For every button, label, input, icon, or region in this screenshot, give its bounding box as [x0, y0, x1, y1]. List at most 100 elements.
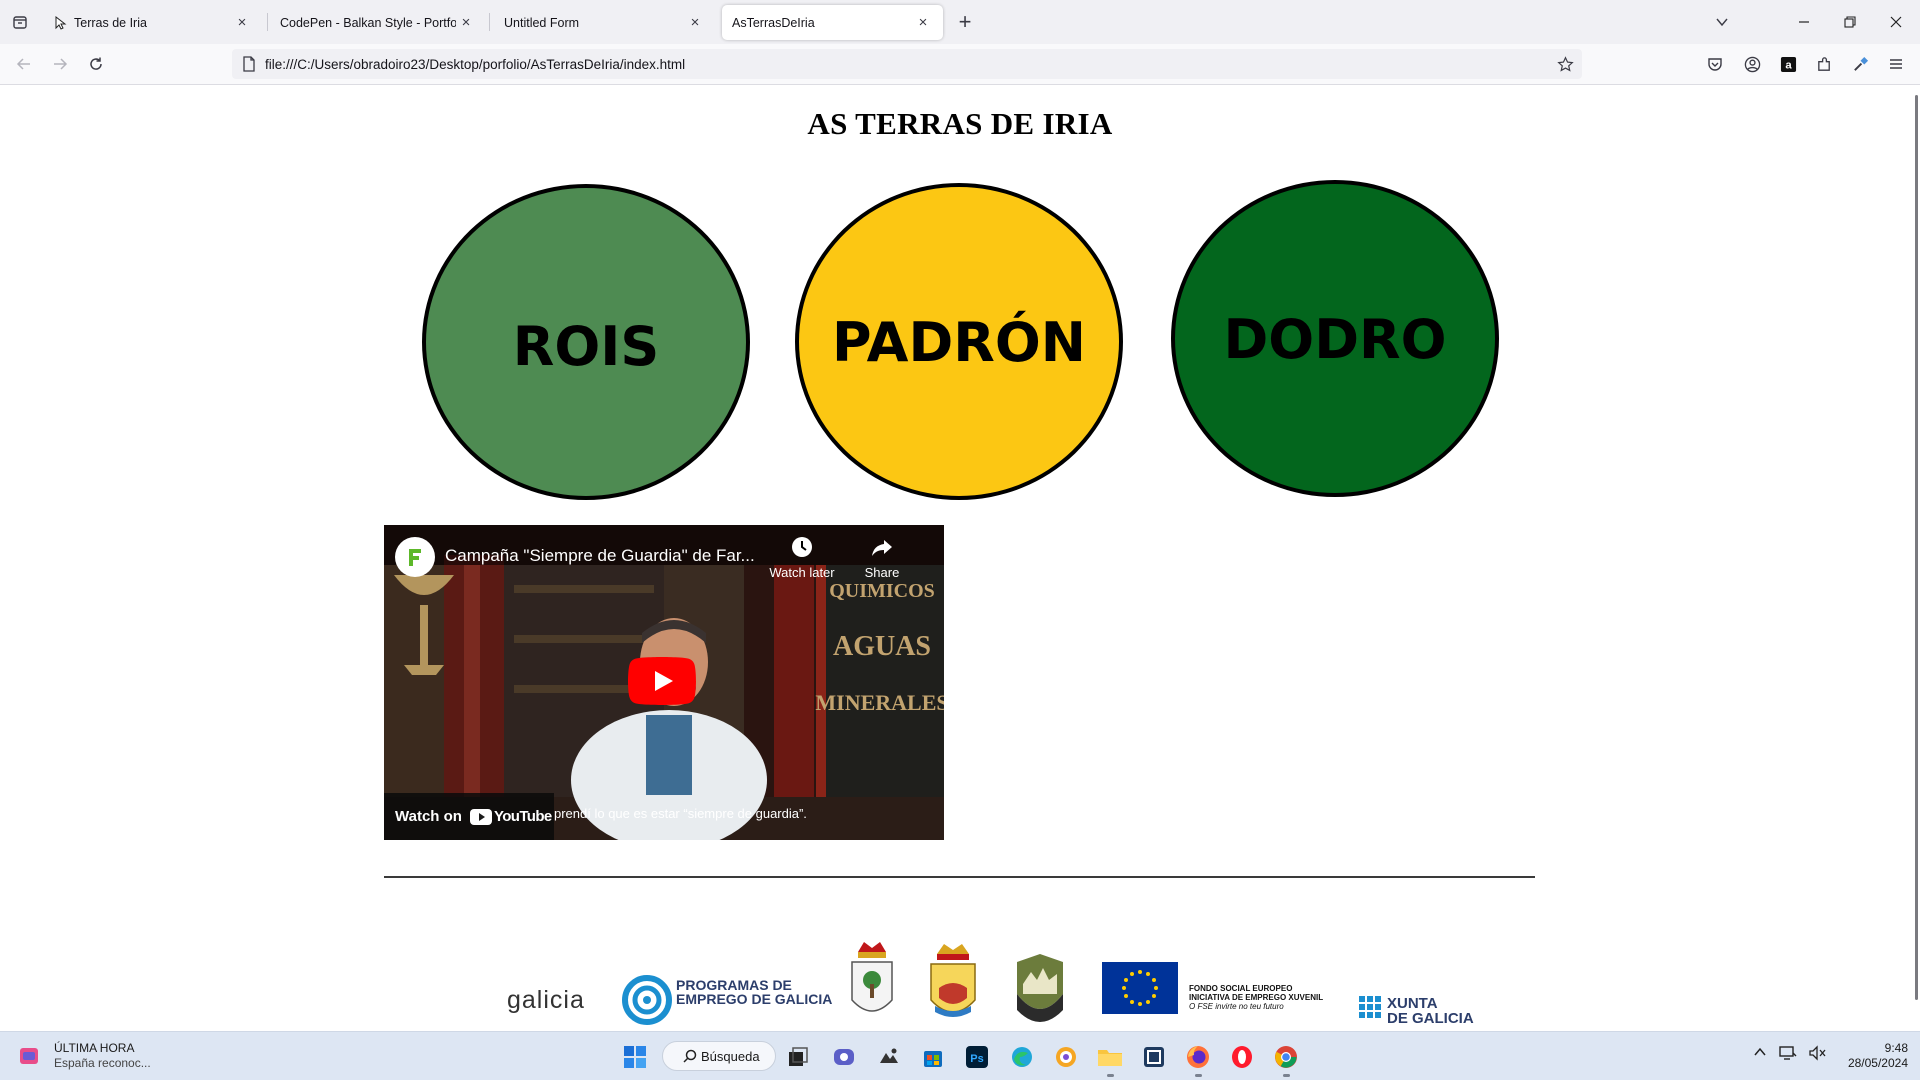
video-title[interactable]: Campaña "Siempre de Guardia" de Far... [445, 546, 755, 566]
video-scene-text: MINERALES [815, 690, 944, 715]
network-icon[interactable] [1779, 1045, 1797, 1061]
video-scene-text: QUIMICOS [829, 580, 935, 602]
search-label: Búsqueda [701, 1048, 760, 1064]
browser-nav-bar: file:///C:/Users/obradoiro23/Desktop/por… [0, 44, 1920, 85]
region-label: PADRÓN [832, 311, 1086, 374]
pocket-icon[interactable] [1700, 49, 1730, 79]
page-info-icon[interactable] [242, 56, 256, 72]
clock[interactable]: 9:48 28/05/2024 [1842, 1041, 1908, 1071]
clock-icon [792, 537, 812, 557]
close-tab-icon[interactable]: × [232, 13, 252, 33]
programas-emprego-icon [622, 975, 672, 1025]
file-explorer-icon[interactable] [1094, 1041, 1126, 1077]
menu-icon[interactable] [1881, 49, 1911, 79]
xunta-line-2: DE GALICIA [1387, 1010, 1474, 1027]
close-tab-icon[interactable]: × [456, 13, 476, 33]
tab-untitled-form[interactable]: Untitled Form × [494, 5, 715, 40]
xunta-de-galicia-logo: XUNTA DE GALICIA [1359, 996, 1479, 1031]
back-icon[interactable] [8, 48, 40, 80]
youtube-icon [469, 808, 492, 825]
concello-padron-crest-icon [930, 944, 976, 1017]
news-subtitle: España reconoc... [54, 1056, 151, 1070]
share-icon [872, 540, 892, 556]
vertical-scrollbar[interactable] [1915, 95, 1918, 1000]
watch-later-button[interactable]: Watch later [765, 536, 839, 580]
tab-terras-de-iria[interactable]: Terras de Iria × [44, 5, 262, 40]
store-icon[interactable] [917, 1041, 949, 1073]
programas-line-2: EMPREGO DE GALICIA [676, 991, 833, 1007]
watch-later-label: Watch later [769, 565, 835, 580]
task-view-icon[interactable] [782, 1041, 814, 1073]
fse-line-2: INICIATIVA DE EMPREGO XUVENIL [1189, 993, 1324, 1002]
galicia-logo: galicia [507, 986, 585, 1014]
windows-taskbar: ÚLTIMA HORA España reconoc... Búsqueda P… [0, 1031, 1920, 1080]
close-tab-icon[interactable]: × [685, 13, 705, 33]
tab-asterrasdeiria[interactable]: AsTerrasDeIria × [722, 5, 943, 40]
tab-separator [267, 13, 268, 31]
bookmark-star-icon[interactable] [1557, 55, 1574, 73]
amazon-icon[interactable]: a [1773, 49, 1803, 79]
maximize-icon[interactable] [1830, 0, 1870, 44]
youtube-video-embed[interactable]: QUIMICOS AGUAS MINERALES Campaña "Siempr… [384, 525, 944, 840]
new-tab-button[interactable]: + [945, 0, 985, 44]
eyedropper-icon[interactable] [1845, 49, 1875, 79]
fse-line-3: O FSE invirte no teu futuro [1189, 1002, 1284, 1011]
tab-title: Untitled Form [504, 15, 580, 30]
photoshop-label: Ps [970, 1053, 983, 1065]
channel-avatar[interactable] [395, 537, 435, 577]
share-button[interactable]: Share [845, 536, 919, 580]
chevron-up-icon[interactable] [1753, 1045, 1767, 1059]
system-tray [1753, 1045, 1827, 1061]
extensions-icon[interactable] [1809, 49, 1839, 79]
list-all-tabs-icon[interactable] [1702, 0, 1742, 44]
photoshop-icon[interactable]: Ps [961, 1041, 993, 1073]
news-widget[interactable]: ÚLTIMA HORA España reconoc... [18, 1041, 151, 1071]
reload-icon[interactable] [80, 48, 112, 80]
share-label: Share [864, 565, 900, 580]
video-scene-text: AGUAS [833, 631, 931, 662]
chrome-icon[interactable] [1270, 1041, 1302, 1077]
account-icon[interactable] [1737, 49, 1767, 79]
start-icon[interactable] [619, 1041, 651, 1073]
play-icon[interactable] [628, 657, 696, 705]
eu-flag-icon [1102, 962, 1178, 1014]
devtools-icon[interactable] [1138, 1041, 1170, 1073]
taskbar-search-box[interactable]: Búsqueda [662, 1041, 776, 1071]
xunta-line-1: XUNTA [1387, 995, 1438, 1012]
tab-codepen[interactable]: CodePen - Balkan Style - Portfolio × [270, 5, 486, 40]
clock-time: 9:48 [1884, 1041, 1908, 1055]
programas-line-1: PROGRAMAS DE [676, 977, 792, 993]
vpn-icon[interactable] [1050, 1041, 1082, 1073]
farmacia-logo-icon [400, 542, 430, 572]
forward-icon[interactable] [44, 48, 76, 80]
speaker-muted-icon[interactable] [1809, 1045, 1827, 1061]
minimize-icon[interactable] [1784, 0, 1824, 44]
opera-icon[interactable] [1226, 1041, 1258, 1073]
clock-date: 28/05/2024 [1847, 1056, 1908, 1070]
watch-on-youtube-button[interactable]: Watch on YouTube [384, 793, 554, 840]
region-padron-button[interactable]: PADRÓN [795, 183, 1123, 500]
fse-line-1: FONDO SOCIAL EUROPEO [1189, 984, 1293, 993]
page-title: AS TERRAS DE IRIA [807, 106, 1113, 141]
photos-icon[interactable] [873, 1041, 905, 1073]
news-title: ÚLTIMA HORA [54, 1041, 135, 1055]
region-dodro-button[interactable]: DODRO [1171, 180, 1499, 497]
svg-text:a: a [1785, 59, 1792, 71]
youtube-logo: YouTube [469, 808, 552, 825]
close-tab-icon[interactable]: × [913, 13, 933, 33]
tab-list-icon[interactable] [0, 0, 40, 44]
page-viewport: AS TERRAS DE IRIA ROIS PADRÓN DODRO QUIM… [0, 85, 1920, 1031]
edge-icon[interactable] [1006, 1041, 1038, 1073]
address-bar[interactable]: file:///C:/Users/obradoiro23/Desktop/por… [232, 49, 1582, 79]
video-caption: prendí lo que es estar “siempre de guard… [554, 806, 807, 821]
teams-icon[interactable] [828, 1041, 860, 1073]
horizontal-rule [384, 876, 1535, 878]
close-icon[interactable] [1876, 0, 1916, 44]
region-label: ROIS [512, 314, 660, 378]
search-icon [683, 1049, 697, 1063]
firefox-icon[interactable] [1182, 1041, 1214, 1077]
region-label: DODRO [1223, 308, 1447, 371]
xunta-icon [1359, 996, 1381, 1018]
tab-title: CodePen - Balkan Style - Portfolio [280, 15, 456, 30]
region-rois-button[interactable]: ROIS [422, 184, 750, 500]
